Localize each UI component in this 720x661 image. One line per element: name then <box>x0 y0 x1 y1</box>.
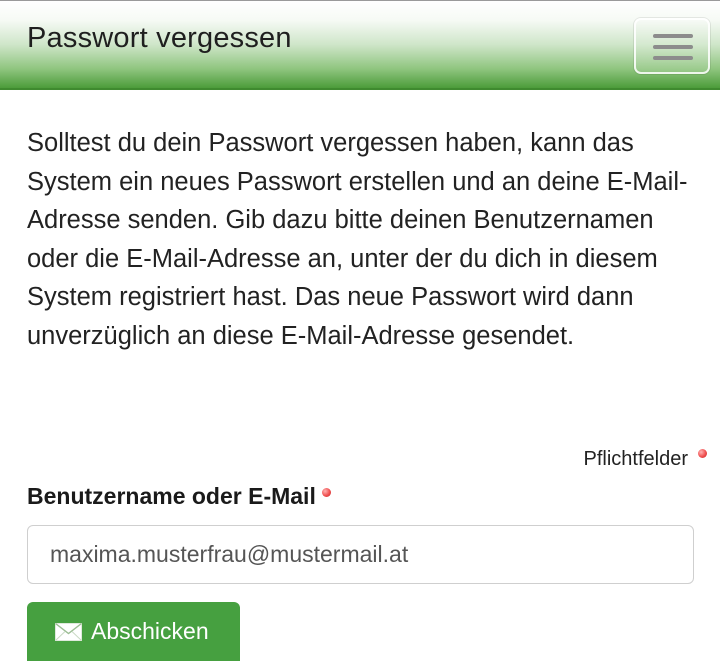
submit-label: Abschicken <box>91 618 209 644</box>
required-fields-label: Pflichtfelder <box>583 448 689 470</box>
intro-text: Solltest du dein Passwort vergessen habe… <box>27 129 688 350</box>
page-title: Passwort vergessen <box>27 22 292 54</box>
username-input[interactable] <box>27 525 694 584</box>
required-marker-icon <box>698 449 707 458</box>
required-fields-note: Pflichtfelder <box>583 448 707 471</box>
top-navbar: Passwort vergessen <box>0 0 720 90</box>
submit-button[interactable]: Abschicken <box>27 602 240 661</box>
required-marker-icon <box>322 488 331 497</box>
envelope-icon <box>55 623 82 641</box>
username-label: Benutzername oder E-Mail <box>27 483 316 509</box>
menu-toggle-button[interactable] <box>634 18 710 74</box>
